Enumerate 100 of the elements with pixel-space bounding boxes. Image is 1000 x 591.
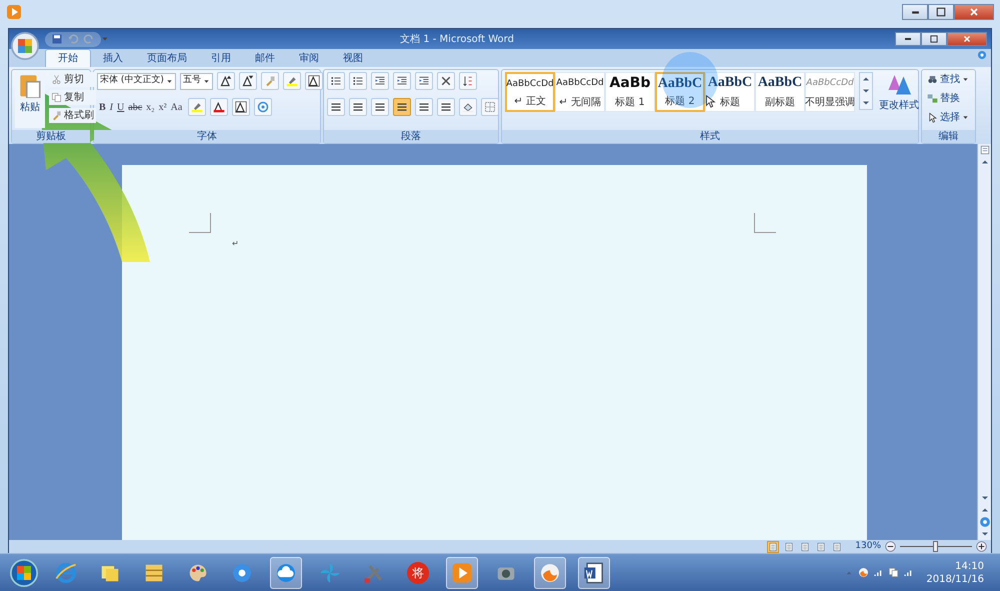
- group-label: 字体: [94, 130, 320, 143]
- change-styles-button[interactable]: 更改样式: [877, 72, 921, 113]
- grow-font-button[interactable]: [216, 72, 235, 90]
- indent-icon: [418, 75, 430, 87]
- maximize-button[interactable]: [928, 4, 954, 20]
- shading-button[interactable]: [459, 98, 477, 116]
- player-icon: [451, 562, 473, 584]
- border-icon: [484, 101, 496, 113]
- sub-button[interactable]: x₂: [144, 100, 157, 114]
- highlighter-button[interactable]: [188, 98, 206, 116]
- style-item[interactable]: AaBbC 标题: [705, 72, 755, 112]
- underline-button[interactable]: U: [115, 100, 126, 114]
- taskbar-app[interactable]: [578, 556, 610, 588]
- ribbon-tab[interactable]: 插入: [91, 50, 135, 67]
- undo-icon: [67, 33, 79, 45]
- view-button[interactable]: [815, 540, 828, 552]
- italic-button[interactable]: I: [108, 100, 116, 114]
- sort-button[interactable]: [459, 72, 477, 90]
- view-button[interactable]: [831, 540, 844, 552]
- style-name: 不明显强调: [805, 96, 855, 110]
- phonetic-button[interactable]: [282, 72, 301, 90]
- borders-button[interactable]: [481, 98, 499, 116]
- style-item[interactable]: AaBbCcDd ↵ 无间隔: [555, 72, 605, 112]
- clock[interactable]: 14:10 2018/11/16: [926, 560, 984, 586]
- view-button[interactable]: [767, 540, 780, 552]
- style-preview: AaBb: [610, 74, 650, 92]
- vertical-scrollbar[interactable]: [977, 144, 991, 540]
- taskbar-app[interactable]: [8, 556, 40, 588]
- slider-thumb[interactable]: [933, 541, 938, 552]
- numbering-button[interactable]: [349, 72, 367, 90]
- style-item[interactable]: AaBbC 副标题: [755, 72, 805, 112]
- close-button[interactable]: [947, 32, 987, 46]
- ribbon-tab[interactable]: 开始: [45, 49, 91, 67]
- bold-button[interactable]: B: [97, 100, 108, 114]
- ribbon-tab[interactable]: 邮件: [243, 50, 287, 67]
- view-button[interactable]: [783, 540, 796, 552]
- indent-icon: [396, 75, 408, 87]
- taskbar-app[interactable]: 将: [402, 556, 434, 588]
- minus-icon: [885, 541, 896, 552]
- align-button[interactable]: [371, 98, 389, 116]
- style-name: 标题 1: [615, 96, 645, 110]
- dropdown-caret-icon: [962, 76, 969, 83]
- zoom-out-button[interactable]: [885, 541, 896, 552]
- bullets-button[interactable]: [327, 72, 345, 90]
- zoom-in-button[interactable]: [976, 541, 987, 552]
- binoculars-icon: [927, 74, 938, 85]
- highlighter-icon: [191, 101, 204, 113]
- sort-icon: [462, 75, 474, 87]
- page-view-icon: [832, 542, 842, 552]
- case-button[interactable]: Aa: [168, 100, 184, 114]
- style-name: 标题 2: [665, 94, 695, 109]
- clock-date: 2018/11/16: [926, 572, 984, 586]
- format-painter-button[interactable]: 格式刷: [49, 108, 96, 123]
- align-button[interactable]: [327, 98, 345, 116]
- alignment-icon: [330, 101, 342, 113]
- font-name-field[interactable]: 宋体 (中文正文): [97, 72, 176, 90]
- chinese-layout-button[interactable]: [437, 72, 455, 90]
- find-button[interactable]: 查找: [925, 72, 972, 87]
- minimize-button[interactable]: [902, 4, 928, 20]
- cloud-icon: [275, 562, 297, 584]
- style-item[interactable]: AaBbC 标题 2: [655, 72, 705, 112]
- char-shading-button[interactable]: [232, 98, 250, 116]
- copy-button[interactable]: 复制: [49, 90, 96, 105]
- paste-button[interactable]: 粘贴: [15, 72, 45, 128]
- close-icon: [962, 34, 972, 44]
- view-button[interactable]: [799, 540, 812, 552]
- char-border-button[interactable]: [304, 72, 323, 90]
- restore-button[interactable]: [921, 32, 947, 46]
- style-preview: AaBbC: [708, 74, 752, 92]
- replace-button[interactable]: 替换: [925, 91, 972, 106]
- font-color-button[interactable]: [210, 98, 228, 116]
- ribbon-tab[interactable]: 引用: [199, 50, 243, 67]
- sup-button[interactable]: x²: [156, 100, 169, 114]
- strike-button[interactable]: abc: [126, 100, 144, 114]
- select-button[interactable]: 选择: [925, 110, 972, 125]
- line-spacing-button[interactable]: [437, 98, 455, 116]
- style-item[interactable]: AaBbCcDd 不明显强调: [805, 72, 855, 112]
- align-button[interactable]: [349, 98, 367, 116]
- cut-button[interactable]: 剪切: [49, 72, 96, 87]
- multilevel-button[interactable]: [371, 72, 389, 90]
- ribbon-tab[interactable]: 视图: [331, 50, 375, 67]
- font-size-field[interactable]: 五号: [180, 72, 213, 90]
- font-name-value: 宋体 (中文正文): [100, 74, 164, 88]
- align-button[interactable]: [393, 98, 411, 116]
- style-item[interactable]: AaBb 标题 1: [605, 72, 655, 112]
- taskbar-app[interactable]: [270, 556, 302, 588]
- ribbon-tab[interactable]: 审阅: [287, 50, 331, 67]
- start-orb-icon: [10, 558, 38, 586]
- gallery-scroller[interactable]: [859, 72, 873, 110]
- alignment-icon: [418, 101, 430, 113]
- ribbon-tab[interactable]: 页面布局: [135, 50, 199, 67]
- shrink-font-button[interactable]: [238, 72, 257, 90]
- close-button[interactable]: [954, 4, 994, 20]
- minimize-button[interactable]: [895, 32, 921, 46]
- decrease-indent-button[interactable]: [393, 72, 411, 90]
- increase-indent-button[interactable]: [415, 72, 433, 90]
- player-logo-icon: [6, 4, 22, 20]
- align-button[interactable]: [415, 98, 433, 116]
- app-icon: 将: [407, 562, 429, 584]
- replace-icon: [927, 93, 938, 104]
